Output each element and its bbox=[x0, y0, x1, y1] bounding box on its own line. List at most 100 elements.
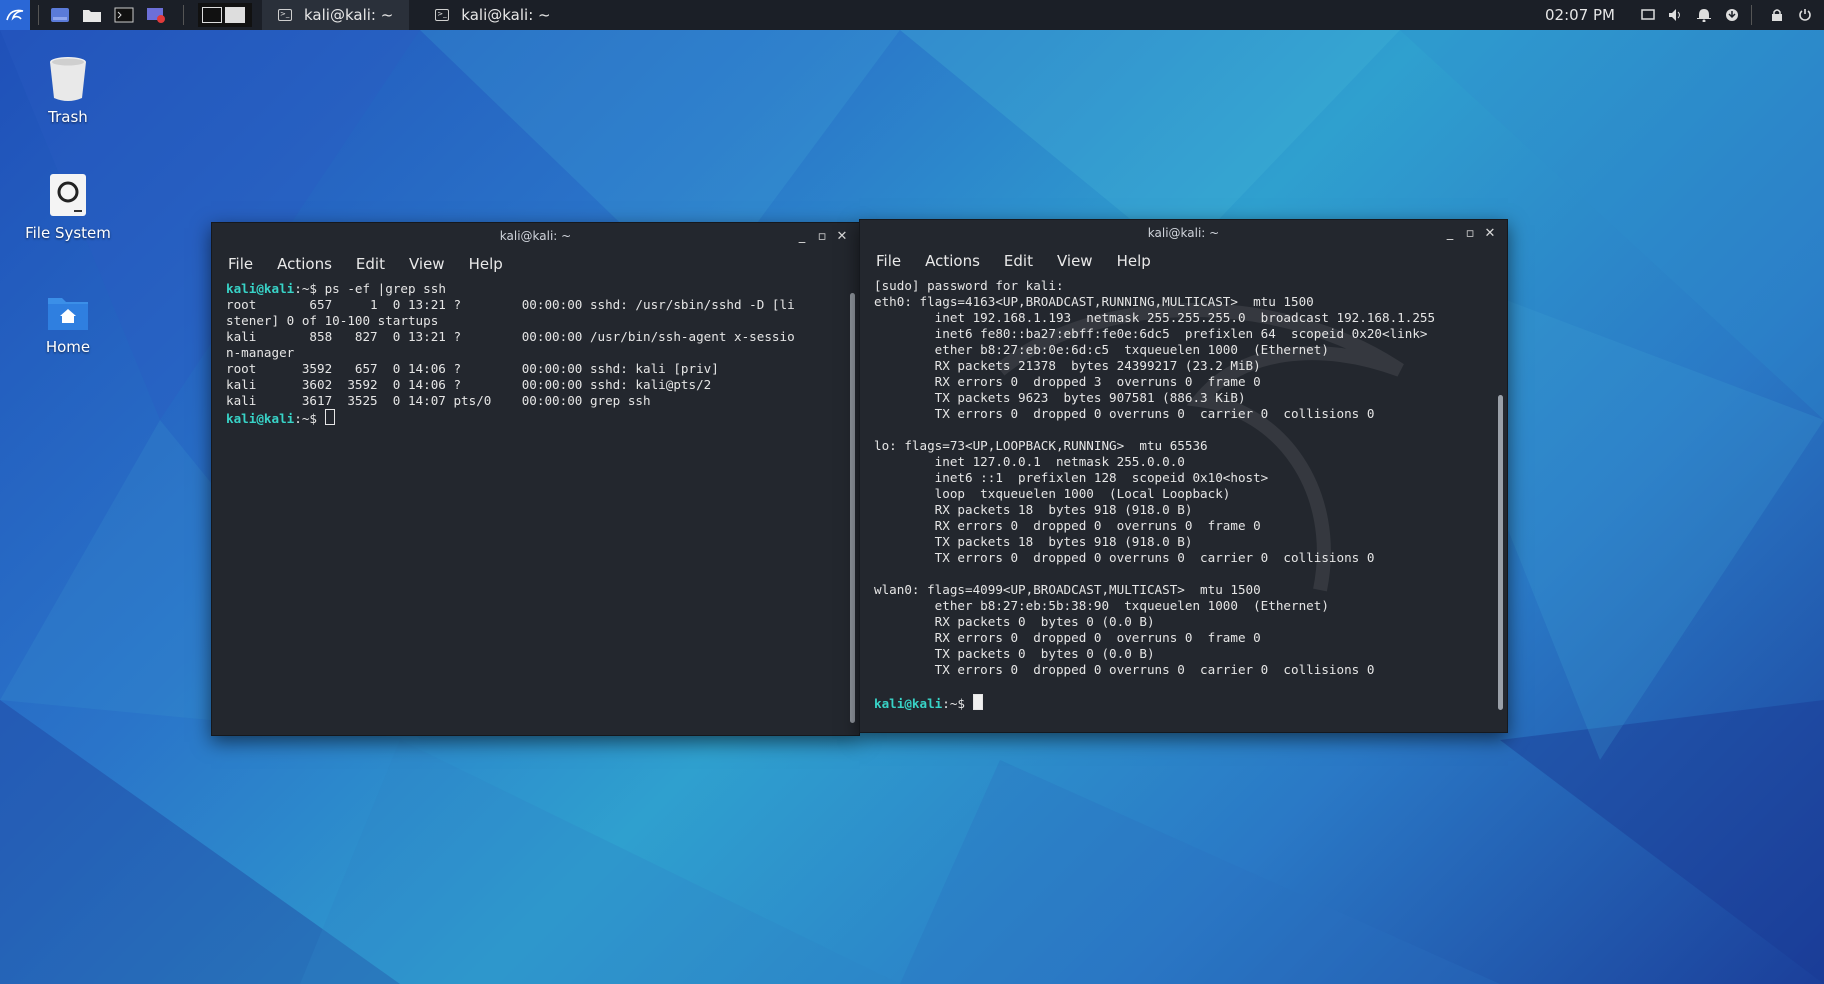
volume-icon[interactable] bbox=[1665, 4, 1687, 26]
output-line: loop txqueuelen 1000 (Local Loopback) bbox=[874, 486, 1231, 501]
window-titlebar[interactable]: kali@kali: ~ _ ▫ ✕ bbox=[212, 223, 859, 249]
command-text: ps -ef |grep ssh bbox=[317, 281, 446, 296]
output-line: TX packets 0 bytes 0 (0.0 B) bbox=[874, 646, 1155, 661]
shell-prompt: kali@kali bbox=[226, 411, 295, 426]
workspace-2[interactable] bbox=[225, 7, 245, 23]
trash-icon bbox=[50, 57, 86, 101]
scrollbar[interactable] bbox=[1498, 395, 1503, 710]
menu-help[interactable]: Help bbox=[1117, 252, 1151, 270]
taskbar-item-label: kali@kali: ~ bbox=[304, 6, 394, 24]
output-line: TX errors 0 dropped 0 overruns 0 carrier… bbox=[874, 406, 1375, 421]
desktop-icon-label: File System bbox=[25, 224, 111, 242]
taskbar-item-terminal-2[interactable]: >_ kali@kali: ~ bbox=[419, 0, 566, 30]
menu-view[interactable]: View bbox=[1057, 252, 1093, 270]
terminal-output[interactable]: [sudo] password for kali: eth0: flags=41… bbox=[860, 276, 1507, 714]
output-line: n-manager bbox=[226, 345, 295, 360]
home-folder-icon bbox=[48, 298, 88, 330]
minimize-icon[interactable]: _ bbox=[793, 227, 811, 245]
screen-recorder-icon bbox=[147, 8, 165, 23]
minimize-icon[interactable]: _ bbox=[1441, 224, 1459, 242]
output-line: root 657 1 0 13:21 ? 00:00:00 sshd: /usr… bbox=[226, 297, 795, 312]
terminal-output[interactable]: kali@kali:~$ ps -ef |grep ssh root 657 1… bbox=[212, 279, 859, 429]
window-titlebar[interactable]: kali@kali: ~ _ ▫ ✕ bbox=[860, 220, 1507, 246]
workspace-1[interactable] bbox=[202, 7, 222, 23]
terminal-window-right[interactable]: kali@kali: ~ _ ▫ ✕ File Actions Edit Vie… bbox=[859, 219, 1508, 733]
output-line: inet6 fe80::ba27:ebff:fe0e:6dc5 prefixle… bbox=[874, 326, 1428, 341]
power-logout-icon[interactable] bbox=[1794, 4, 1816, 26]
close-icon[interactable]: ✕ bbox=[1481, 224, 1499, 242]
menu-file[interactable]: File bbox=[876, 252, 901, 270]
output-line: RX errors 0 dropped 0 overruns 0 frame 0 bbox=[874, 518, 1261, 533]
terminal-icon bbox=[114, 7, 134, 23]
notification-bell-icon[interactable] bbox=[1693, 4, 1715, 26]
workspace-switcher[interactable] bbox=[198, 3, 252, 27]
menu-bar: File Actions Edit View Help bbox=[212, 249, 859, 279]
menu-actions[interactable]: Actions bbox=[277, 255, 332, 273]
panel-separator bbox=[38, 5, 39, 25]
prompt-suffix: :~$ bbox=[294, 281, 317, 296]
desktop-icon-label: Home bbox=[45, 338, 91, 356]
terminal-icon: >_ bbox=[278, 9, 292, 21]
desktop-icon-file-system[interactable]: File System bbox=[8, 172, 128, 242]
output-line: RX packets 21378 bytes 24399217 (23.2 Mi… bbox=[874, 358, 1261, 373]
output-line: inet 192.168.1.193 netmask 255.255.255.0… bbox=[874, 310, 1436, 325]
menu-view[interactable]: View bbox=[409, 255, 445, 273]
menu-actions[interactable]: Actions bbox=[925, 252, 980, 270]
window-title: kali@kali: ~ bbox=[1147, 226, 1220, 240]
kali-menu-button[interactable] bbox=[0, 0, 30, 30]
output-line: RX packets 18 bytes 918 (918.0 B) bbox=[874, 502, 1193, 517]
display-icon[interactable] bbox=[1637, 4, 1659, 26]
text-cursor bbox=[324, 409, 335, 425]
screen-recorder-launcher[interactable] bbox=[143, 4, 169, 26]
desktop-icon-trash[interactable]: Trash bbox=[8, 56, 128, 126]
desktop-icon bbox=[51, 8, 69, 22]
taskbar-item-terminal-1[interactable]: >_ kali@kali: ~ bbox=[262, 0, 410, 30]
output-line: wlan0: flags=4099<UP,BROADCAST,MULTICAST… bbox=[874, 582, 1261, 597]
scrollbar[interactable] bbox=[850, 293, 855, 723]
window-title: kali@kali: ~ bbox=[499, 229, 572, 243]
maximize-icon[interactable]: ▫ bbox=[1461, 224, 1479, 242]
panel-separator bbox=[1751, 5, 1752, 25]
desktop-icon-label: Trash bbox=[48, 108, 88, 126]
shell-prompt: kali@kali bbox=[874, 696, 943, 711]
kali-dragon-icon bbox=[6, 9, 24, 21]
close-icon[interactable]: ✕ bbox=[833, 227, 851, 245]
output-line: TX errors 0 dropped 0 overruns 0 carrier… bbox=[874, 662, 1375, 677]
folder-icon bbox=[83, 10, 101, 22]
show-desktop-button[interactable] bbox=[47, 4, 73, 26]
network-status-icon[interactable] bbox=[1721, 4, 1743, 26]
file-manager-launcher[interactable] bbox=[79, 4, 105, 26]
output-line: TX errors 0 dropped 0 overruns 0 carrier… bbox=[874, 550, 1375, 565]
output-line: inet 127.0.0.1 netmask 255.0.0.0 bbox=[874, 454, 1185, 469]
menu-help[interactable]: Help bbox=[469, 255, 503, 273]
menu-file[interactable]: File bbox=[228, 255, 253, 273]
output-line: TX packets 9623 bytes 907581 (886.3 KiB) bbox=[874, 390, 1246, 405]
output-line: eth0: flags=4163<UP,BROADCAST,RUNNING,MU… bbox=[874, 294, 1314, 309]
output-line: ether b8:27:eb:5b:38:90 txqueuelen 1000 … bbox=[874, 598, 1329, 613]
maximize-icon[interactable]: ▫ bbox=[813, 227, 831, 245]
output-line: ether b8:27:eb:0e:6d:c5 txqueuelen 1000 … bbox=[874, 342, 1329, 357]
menu-edit[interactable]: Edit bbox=[1004, 252, 1033, 270]
output-line: root 3592 657 0 14:06 ? 00:00:00 sshd: k… bbox=[226, 361, 719, 376]
shell-prompt: kali@kali bbox=[226, 281, 295, 296]
clock[interactable]: 02:07 PM bbox=[1545, 6, 1615, 24]
menu-edit[interactable]: Edit bbox=[356, 255, 385, 273]
taskbar-item-label: kali@kali: ~ bbox=[461, 6, 551, 24]
output-line: kali 3617 3525 0 14:07 pts/0 00:00:00 gr… bbox=[226, 393, 651, 408]
drive-icon bbox=[50, 174, 86, 216]
desktop-icon-home[interactable]: Home bbox=[8, 292, 128, 356]
output-line: inet6 ::1 prefixlen 128 scopeid 0x10<hos… bbox=[874, 470, 1269, 485]
output-line: TX packets 18 bytes 918 (918.0 B) bbox=[874, 534, 1193, 549]
output-line: lo: flags=73<UP,LOOPBACK,RUNNING> mtu 65… bbox=[874, 438, 1208, 453]
text-cursor bbox=[972, 694, 983, 710]
output-line: RX packets 0 bytes 0 (0.0 B) bbox=[874, 614, 1155, 629]
terminal-launcher[interactable] bbox=[111, 4, 137, 26]
output-line: [sudo] password for kali: bbox=[874, 278, 1064, 293]
prompt-suffix: :~$ bbox=[294, 411, 317, 426]
output-line: stener] 0 of 10-100 startups bbox=[226, 313, 439, 328]
output-line: kali 3602 3592 0 14:06 ? 00:00:00 sshd: … bbox=[226, 377, 712, 392]
terminal-window-left[interactable]: kali@kali: ~ _ ▫ ✕ File Actions Edit Vie… bbox=[211, 222, 860, 736]
output-line: kali 858 827 0 13:21 ? 00:00:00 /usr/bin… bbox=[226, 329, 795, 344]
output-line: RX errors 0 dropped 3 overruns 0 frame 0 bbox=[874, 374, 1261, 389]
lock-screen-icon[interactable] bbox=[1766, 4, 1788, 26]
